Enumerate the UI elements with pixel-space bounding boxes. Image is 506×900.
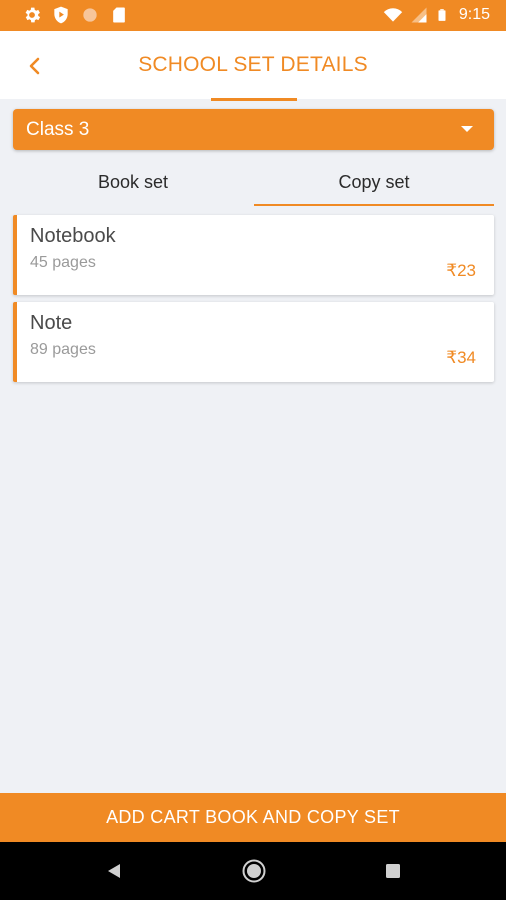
system-nav-bar [0, 842, 506, 900]
nav-back-icon [108, 864, 120, 878]
tab-copy-set[interactable]: Copy set [254, 160, 494, 206]
caret-down-icon [461, 126, 473, 132]
set-tabs: Book set Copy set [13, 160, 494, 206]
battery-icon [438, 9, 446, 21]
status-bar: 9:15 [0, 0, 506, 31]
nav-home-icon [242, 859, 266, 883]
add-to-cart-button[interactable]: ADD CART BOOK AND COPY SET [0, 793, 506, 842]
sd-card-icon [113, 7, 125, 23]
gear-icon [25, 7, 41, 23]
list-item[interactable]: Notebook 45 pages ₹23 [13, 215, 494, 295]
status-icons-right: 9:15 [383, 5, 490, 25]
item-pages: 89 pages [30, 341, 96, 358]
item-name: Notebook [30, 225, 116, 247]
nav-home-button[interactable] [239, 856, 269, 886]
status-time: 9:15 [458, 6, 490, 23]
wifi-icon [383, 8, 403, 22]
nav-recents-button[interactable] [378, 856, 408, 886]
item-price: ₹23 [446, 261, 476, 280]
class-select-value: Class 3 [26, 119, 90, 140]
status-icons-left [22, 5, 129, 25]
item-name: Note [30, 312, 73, 334]
item-pages: 45 pages [30, 254, 96, 271]
shield-play-icon [54, 6, 68, 24]
list-item[interactable]: Note 89 pages ₹34 [13, 302, 494, 382]
circle-icon [83, 8, 97, 22]
signal-icon [411, 7, 427, 23]
item-price: ₹34 [446, 348, 476, 367]
page-title: SCHOOL SET DETAILS [138, 53, 368, 76]
nav-recents-icon [386, 864, 400, 878]
tab-book-set[interactable]: Book set [13, 160, 253, 206]
class-select-dropdown[interactable]: Class 3 [13, 109, 494, 150]
active-tab-indicator [254, 204, 494, 206]
nav-back-button[interactable] [99, 856, 129, 886]
title-underline [211, 98, 297, 101]
app-bar: SCHOOL SET DETAILS [0, 31, 506, 101]
